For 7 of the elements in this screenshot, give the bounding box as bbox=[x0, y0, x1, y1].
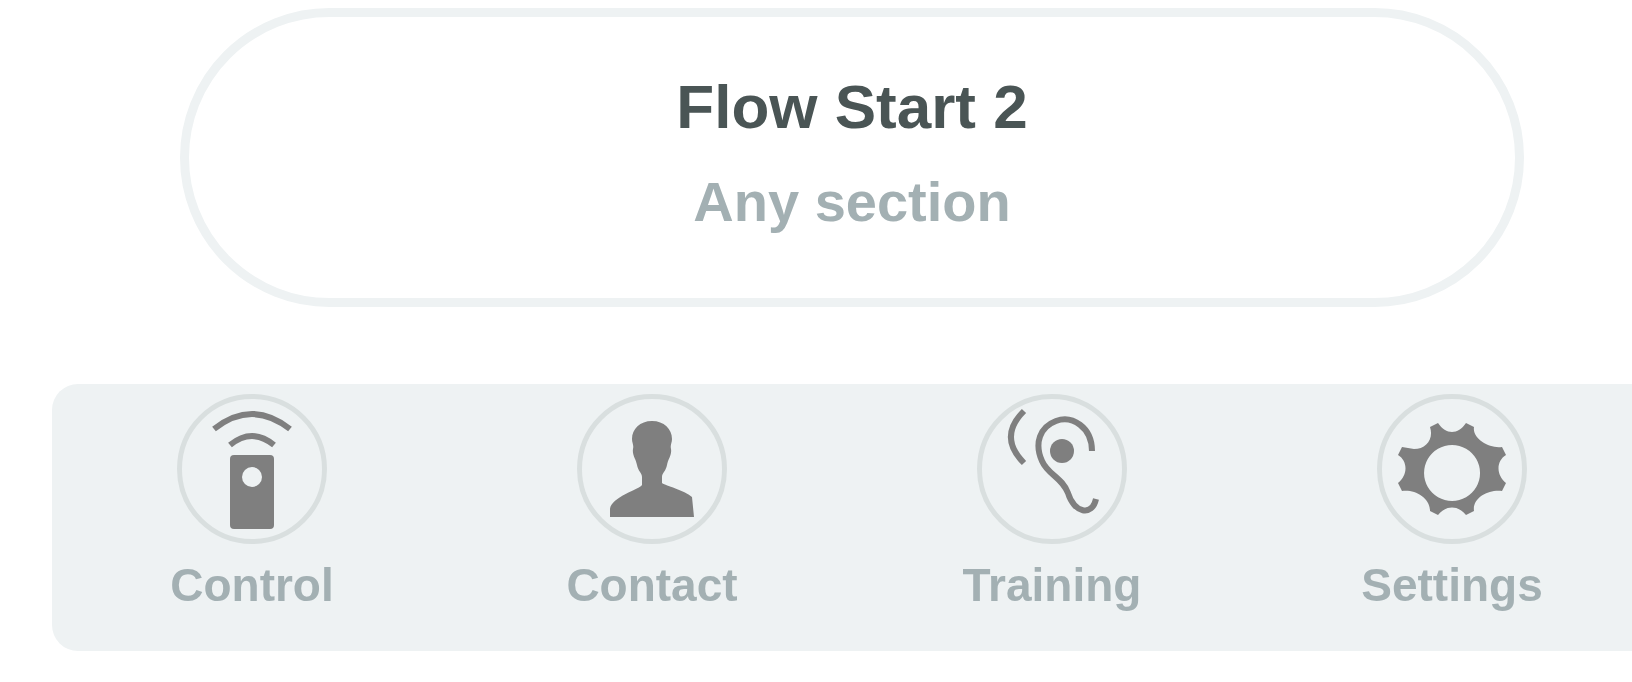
menu-label: Control bbox=[170, 562, 334, 608]
remote-button[interactable] bbox=[177, 394, 327, 544]
ear-button[interactable] bbox=[977, 394, 1127, 544]
menu-label: Contact bbox=[566, 562, 738, 608]
gear-button[interactable] bbox=[1377, 394, 1527, 544]
flow-title: Flow Start 2 bbox=[676, 75, 1028, 138]
person-button[interactable] bbox=[577, 394, 727, 544]
